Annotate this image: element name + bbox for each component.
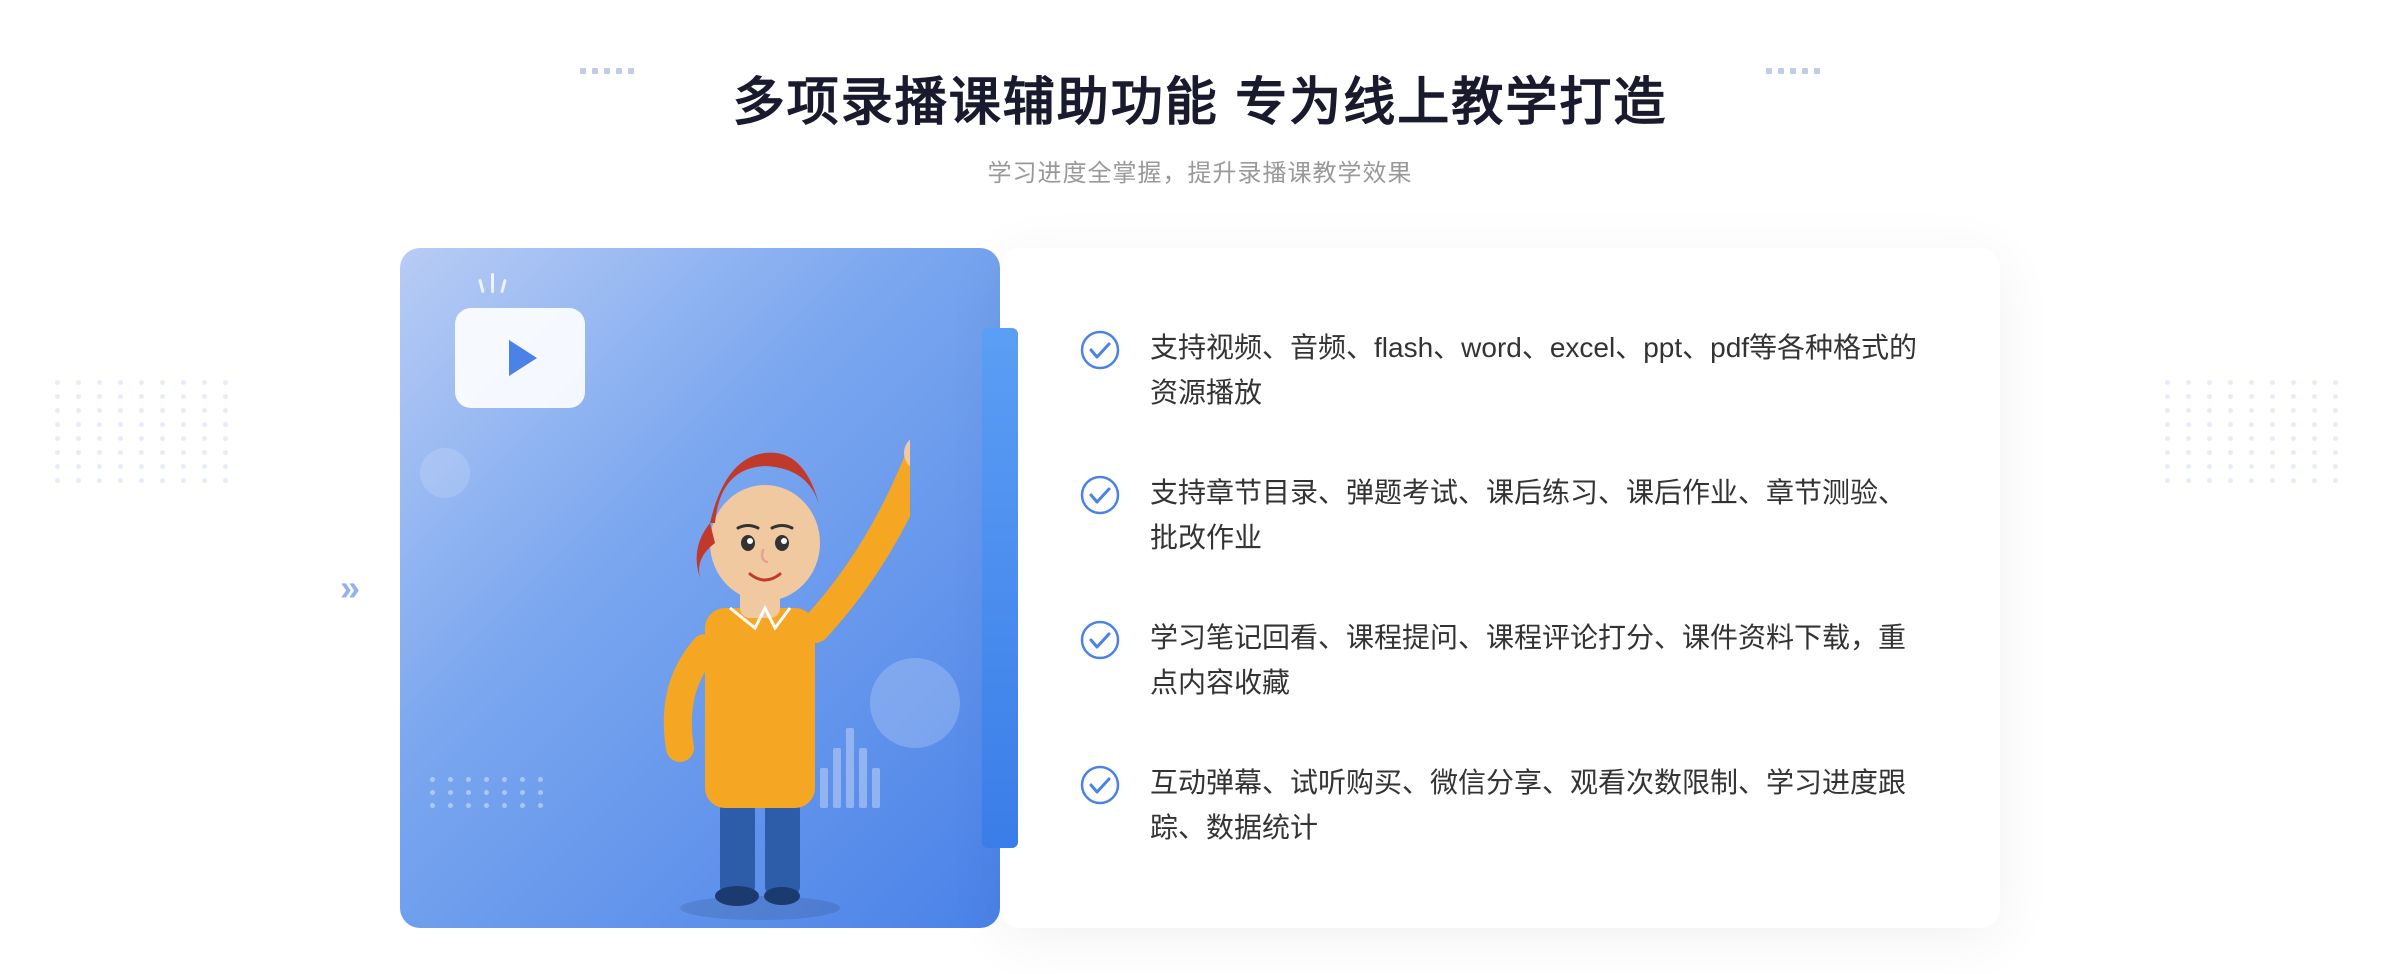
- play-icon: [509, 340, 537, 376]
- feature-text-1: 支持视频、音频、flash、word、excel、ppt、pdf等各种格式的资源…: [1150, 326, 1920, 416]
- illustration-panel: [400, 248, 1000, 928]
- feature-item-4: 互动弹幕、试听购买、微信分享、观看次数限制、学习进度跟踪、数据统计: [1080, 761, 1920, 851]
- feature-text-3: 学习笔记回看、课程提问、课程评论打分、课件资料下载，重点内容收藏: [1150, 616, 1920, 706]
- header-decoration-right: [1766, 68, 1820, 74]
- check-icon-2: [1080, 475, 1120, 515]
- deco-circle-2: [420, 448, 470, 498]
- page-subtitle: 学习进度全掌握，提升录播课教学效果: [733, 153, 1667, 188]
- chevron-left-icon: »: [340, 567, 360, 609]
- check-icon-3: [1080, 620, 1120, 660]
- stripes-decoration: [820, 708, 900, 808]
- feature-item-2: 支持章节目录、弹题考试、课后练习、课后作业、章节测验、批改作业: [1080, 471, 1920, 561]
- feature-item-3: 学习笔记回看、课程提问、课程评论打分、课件资料下载，重点内容收藏: [1080, 616, 1920, 706]
- play-bubble: [455, 308, 585, 408]
- features-panel: 支持视频、音频、flash、word、excel、ppt、pdf等各种格式的资源…: [1000, 248, 2000, 928]
- feature-text-4: 互动弹幕、试听购买、微信分享、观看次数限制、学习进度跟踪、数据统计: [1150, 761, 1920, 851]
- page-title: 多项录播课辅助功能 专为线上教学打造: [733, 60, 1667, 135]
- header-decoration-left: [580, 68, 634, 74]
- inner-dot-grid: [430, 777, 548, 808]
- dot-left-grid: [55, 380, 235, 483]
- dot-right-grid: [2165, 380, 2345, 483]
- page-container: 多项录播课辅助功能 专为线上教学打造 学习进度全掌握，提升录播课教学效果 »: [0, 0, 2400, 974]
- person-figure: [610, 378, 910, 928]
- check-icon-4: [1080, 765, 1120, 805]
- page-header: 多项录播课辅助功能 专为线上教学打造 学习进度全掌握，提升录播课教学效果: [733, 60, 1667, 188]
- main-content: »: [400, 248, 2000, 928]
- feature-text-2: 支持章节目录、弹题考试、课后练习、课后作业、章节测验、批改作业: [1150, 471, 1920, 561]
- feature-item-1: 支持视频、音频、flash、word、excel、ppt、pdf等各种格式的资源…: [1080, 326, 1920, 416]
- check-icon-1: [1080, 330, 1120, 370]
